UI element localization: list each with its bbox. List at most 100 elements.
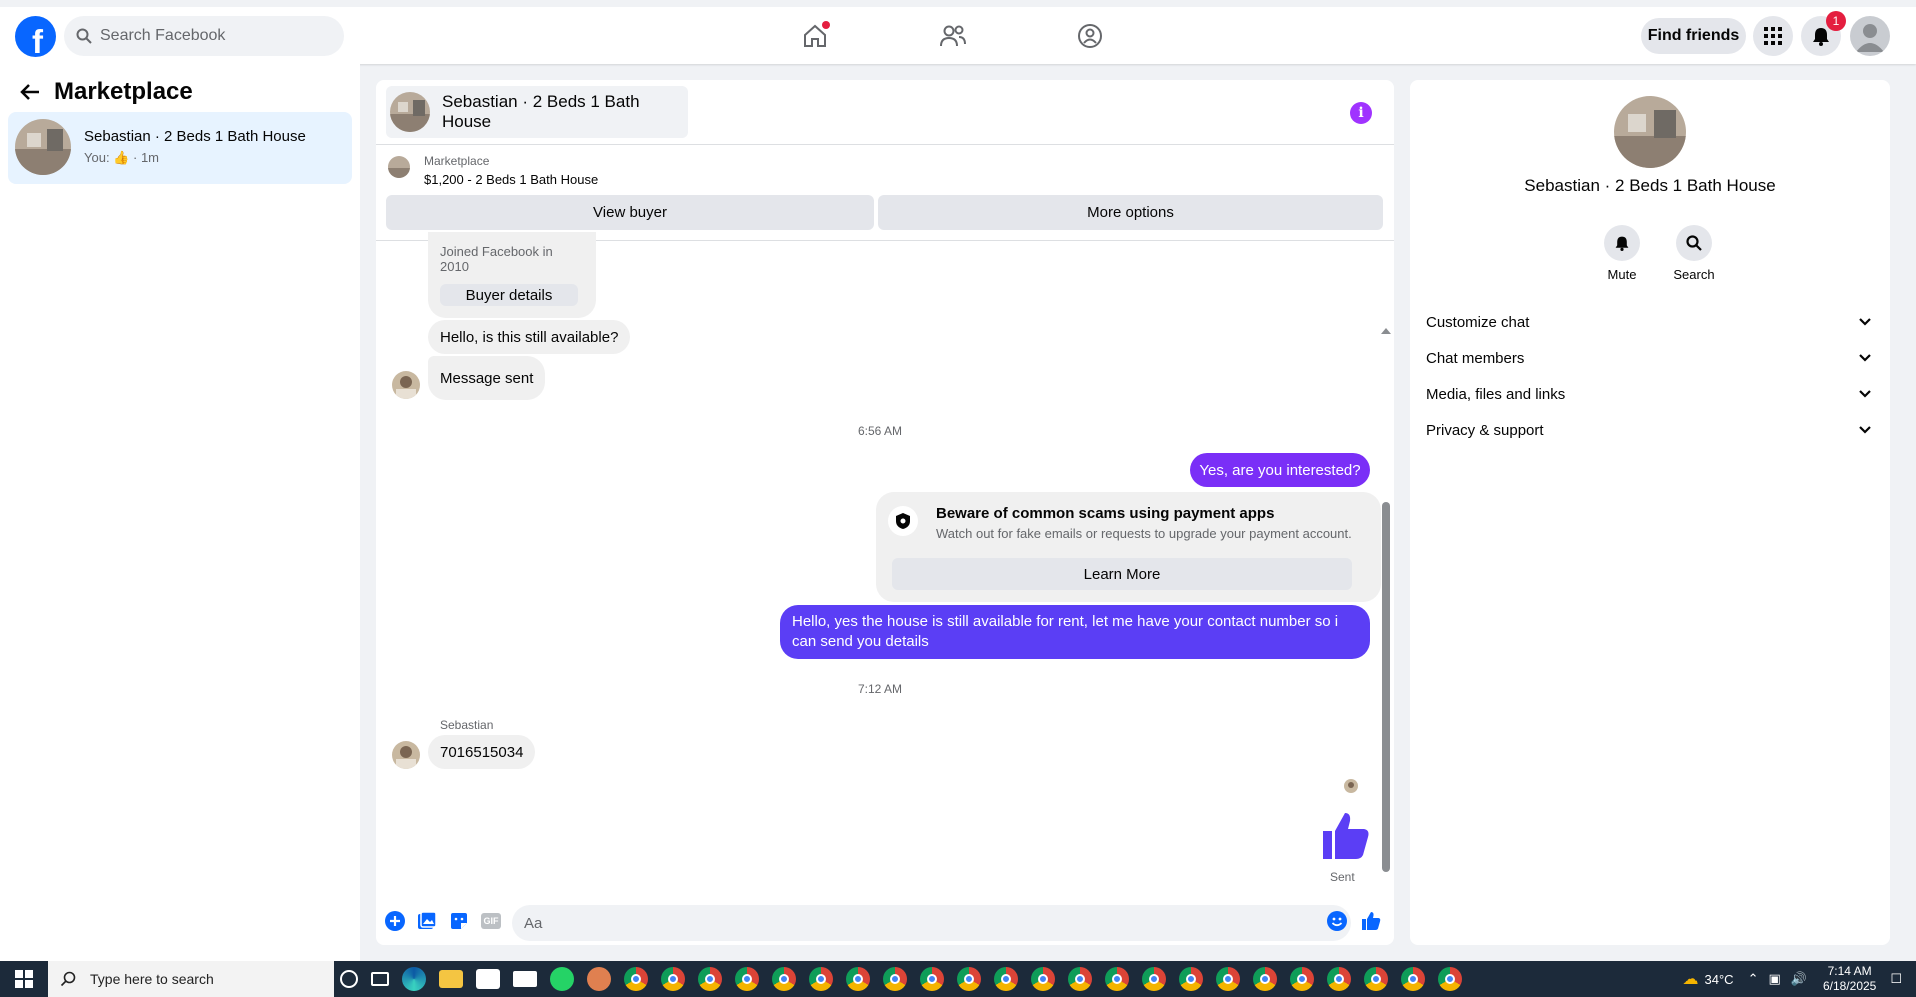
info-icon[interactable]: i bbox=[1350, 102, 1372, 124]
weather-icon[interactable]: ☁ bbox=[1683, 969, 1699, 989]
menu-grid-icon[interactable] bbox=[1753, 16, 1793, 56]
large-thumbs-up-icon bbox=[1323, 813, 1369, 859]
listing-price-title[interactable]: $1,200 - 2 Beds 1 Bath House bbox=[424, 172, 598, 187]
chrome-icon[interactable] bbox=[1216, 967, 1240, 991]
message-composer: GIF Aa bbox=[376, 900, 1394, 945]
chrome-icon[interactable] bbox=[1290, 967, 1314, 991]
notification-count-badge: 1 bbox=[1826, 11, 1846, 31]
edge-icon[interactable] bbox=[402, 967, 426, 991]
chrome-icon[interactable] bbox=[1105, 967, 1129, 991]
system-tray: ☁ 34°C ⌃ ▣ 🔊 7:14 AM 6/18/2025 ☐ bbox=[1683, 961, 1916, 997]
more-options-button[interactable]: More options bbox=[878, 195, 1383, 230]
chrome-icon[interactable] bbox=[846, 967, 870, 991]
clock[interactable]: 7:14 AM 6/18/2025 bbox=[1823, 964, 1876, 994]
mail-icon[interactable] bbox=[513, 971, 537, 987]
mute-button[interactable]: Mute bbox=[1592, 225, 1652, 282]
temperature[interactable]: 34°C bbox=[1705, 972, 1734, 987]
chrome-icon[interactable] bbox=[1327, 967, 1351, 991]
home-icon[interactable] bbox=[800, 21, 830, 51]
chrome-icon[interactable] bbox=[994, 967, 1018, 991]
divider bbox=[376, 144, 1394, 145]
scroll-thumb[interactable] bbox=[1382, 502, 1390, 872]
media-files-links-section[interactable]: Media, files and links bbox=[1426, 376, 1876, 412]
timestamp: 7:12 AM bbox=[857, 682, 903, 696]
listing-small-thumbnail bbox=[388, 156, 410, 178]
incoming-message: 7016515034 bbox=[428, 735, 536, 769]
search-chat-button[interactable]: Search bbox=[1664, 225, 1724, 282]
chrome-icon[interactable] bbox=[1253, 967, 1277, 991]
find-friends-button[interactable]: Find friends bbox=[1641, 18, 1746, 54]
paint-icon[interactable] bbox=[587, 967, 611, 991]
chrome-icon[interactable] bbox=[772, 967, 796, 991]
chat-header-thumbnail bbox=[390, 92, 430, 132]
chat-members-section[interactable]: Chat members bbox=[1426, 340, 1876, 376]
conversation-title: Sebastian · 2 Beds 1 Bath House bbox=[84, 128, 306, 145]
search-facebook-input[interactable]: Search Facebook bbox=[64, 16, 344, 56]
gif-icon[interactable]: GIF bbox=[480, 910, 502, 932]
chrome-icon[interactable] bbox=[735, 967, 759, 991]
plus-icon[interactable] bbox=[384, 910, 406, 932]
chevron-down-icon bbox=[1859, 426, 1871, 434]
scroll-up-arrow-icon[interactable] bbox=[1381, 328, 1391, 334]
whatsapp-icon[interactable] bbox=[550, 967, 574, 991]
message-input[interactable]: Aa bbox=[512, 905, 1351, 941]
friends-icon[interactable] bbox=[938, 21, 968, 51]
chevron-down-icon bbox=[1859, 318, 1871, 326]
scam-warning-description: Watch out for fake emails or requests to… bbox=[936, 526, 1352, 541]
chrome-icon[interactable] bbox=[957, 967, 981, 991]
facebook-logo[interactable]: f bbox=[15, 16, 56, 57]
sender-avatar bbox=[392, 371, 420, 399]
chrome-icon[interactable] bbox=[883, 967, 907, 991]
chrome-icon[interactable] bbox=[624, 967, 648, 991]
buyer-info-card: Joined Facebook in 2010 Buyer details bbox=[428, 232, 596, 318]
taskbar-app-icons bbox=[340, 967, 1475, 991]
chat-scrollbar[interactable] bbox=[1379, 250, 1391, 890]
home-notification-dot bbox=[822, 21, 830, 29]
file-explorer-icon[interactable] bbox=[439, 970, 463, 988]
customize-chat-section[interactable]: Customize chat bbox=[1426, 304, 1876, 340]
chrome-icon[interactable] bbox=[1031, 967, 1055, 991]
sent-status: Sent bbox=[1330, 870, 1355, 884]
volume-icon[interactable]: 🔊 bbox=[1791, 971, 1807, 987]
bell-icon bbox=[1604, 225, 1640, 261]
network-icon[interactable]: ▣ bbox=[1768, 971, 1780, 987]
chrome-icon[interactable] bbox=[920, 967, 944, 991]
outgoing-message: Yes, are you interested? bbox=[1190, 453, 1370, 487]
taskbar-search-input[interactable]: Type here to search bbox=[48, 961, 334, 997]
chat-header[interactable]: Sebastian · 2 Beds 1 Bath House bbox=[386, 86, 688, 138]
emoji-icon[interactable] bbox=[1326, 910, 1348, 932]
chrome-icon[interactable] bbox=[1438, 967, 1462, 991]
privacy-support-section[interactable]: Privacy & support bbox=[1426, 412, 1876, 448]
groups-icon[interactable] bbox=[1075, 21, 1105, 51]
learn-more-button[interactable]: Learn More bbox=[892, 558, 1352, 590]
shield-icon bbox=[888, 506, 918, 536]
send-like-icon[interactable] bbox=[1360, 910, 1382, 932]
chevron-up-icon[interactable]: ⌃ bbox=[1748, 971, 1759, 987]
account-avatar[interactable] bbox=[1850, 16, 1890, 56]
chrome-icon[interactable] bbox=[1142, 967, 1166, 991]
view-buyer-button[interactable]: View buyer bbox=[386, 195, 874, 230]
sticker-icon[interactable] bbox=[448, 910, 470, 932]
chrome-icon[interactable] bbox=[1179, 967, 1203, 991]
buyer-details-button[interactable]: Buyer details bbox=[440, 284, 578, 306]
conversation-item[interactable]: Sebastian · 2 Beds 1 Bath House You: 👍 ·… bbox=[8, 112, 352, 184]
chrome-icon[interactable] bbox=[809, 967, 833, 991]
cortana-icon[interactable] bbox=[340, 970, 358, 988]
mute-label: Mute bbox=[1607, 267, 1637, 282]
store-icon[interactable] bbox=[476, 969, 500, 989]
read-receipt-avatar bbox=[1344, 779, 1358, 793]
sender-avatar bbox=[392, 741, 420, 769]
chrome-icon[interactable] bbox=[661, 967, 685, 991]
windows-start-icon[interactable] bbox=[0, 961, 48, 997]
notification-center-icon[interactable]: ☐ bbox=[1890, 971, 1902, 987]
photo-icon[interactable] bbox=[416, 910, 438, 932]
task-view-icon[interactable] bbox=[371, 972, 389, 986]
back-arrow-icon[interactable] bbox=[20, 83, 40, 101]
windows-taskbar: Type here to search ☁ 34°C ⌃ ▣ 🔊 7:14 AM… bbox=[0, 961, 1916, 997]
chrome-icon[interactable] bbox=[1068, 967, 1092, 991]
search-label: Search bbox=[1673, 267, 1715, 282]
taskbar-search-placeholder: Type here to search bbox=[90, 971, 214, 987]
chrome-icon[interactable] bbox=[1401, 967, 1425, 991]
chrome-icon[interactable] bbox=[698, 967, 722, 991]
chrome-icon[interactable] bbox=[1364, 967, 1388, 991]
